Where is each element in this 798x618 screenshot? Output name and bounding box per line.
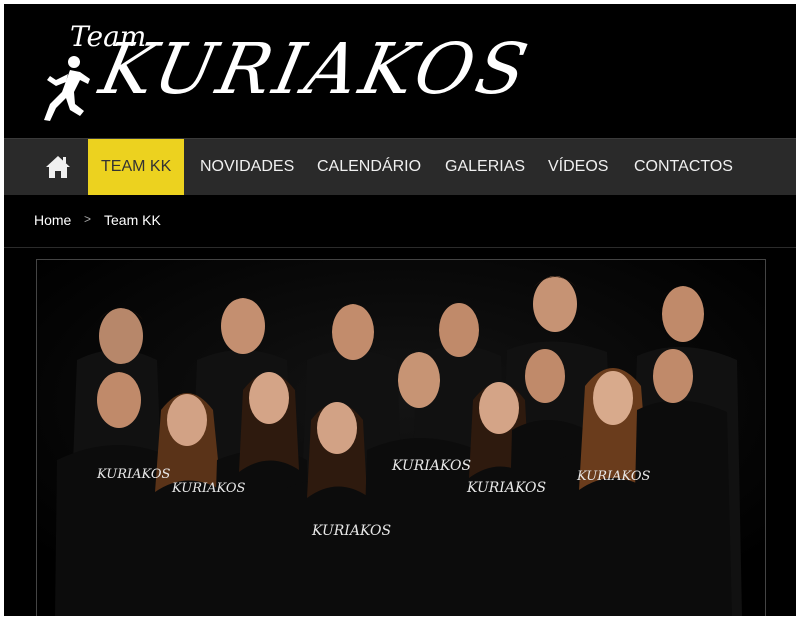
shirt-logo-text: KURIAKOS (576, 469, 651, 484)
shirt-logo-text: KURIAKOS (96, 467, 171, 482)
runner-icon (44, 56, 90, 121)
shirt-logo-text: KURIAKOS (391, 458, 471, 474)
site-header: Team KURIAKOS (4, 4, 796, 138)
breadcrumb: Home > Team KK (4, 195, 796, 248)
nav-item-videos[interactable]: VÍDEOS (548, 139, 608, 195)
breadcrumb-home-link[interactable]: Home (34, 212, 71, 228)
team-photo-illustration: KURIAKOS KURIAKOS KURIAKOS KURIAKOS KURI… (37, 260, 765, 616)
nav-item-novidades[interactable]: NOVIDADES (200, 139, 294, 195)
breadcrumb-separator: > (84, 212, 92, 226)
main-navigation: TEAM KK NOVIDADES CALENDÁRIO GALERIAS VÍ… (4, 138, 796, 196)
nav-item-calendario[interactable]: CALENDÁRIO (317, 139, 421, 195)
breadcrumb-current: Team KK (104, 212, 161, 228)
nav-item-contactos[interactable]: CONTACTOS (634, 139, 733, 195)
site-logo[interactable]: Team KURIAKOS (40, 18, 538, 128)
logo-brand-text: KURIAKOS (93, 28, 539, 110)
shirt-logo-text: KURIAKOS (466, 480, 546, 496)
shirt-logo-text: KURIAKOS (311, 523, 391, 539)
page-frame: Team KURIAKOS TEAM KK NOVIDADES CALENDÁR… (4, 4, 796, 616)
nav-item-team-kk[interactable]: TEAM KK (88, 139, 185, 195)
nav-item-galerias[interactable]: GALERIAS (445, 139, 525, 195)
shirt-logo-text: KURIAKOS (171, 481, 246, 496)
team-photo: KURIAKOS KURIAKOS KURIAKOS KURIAKOS KURI… (36, 259, 766, 616)
home-icon[interactable] (44, 153, 72, 181)
